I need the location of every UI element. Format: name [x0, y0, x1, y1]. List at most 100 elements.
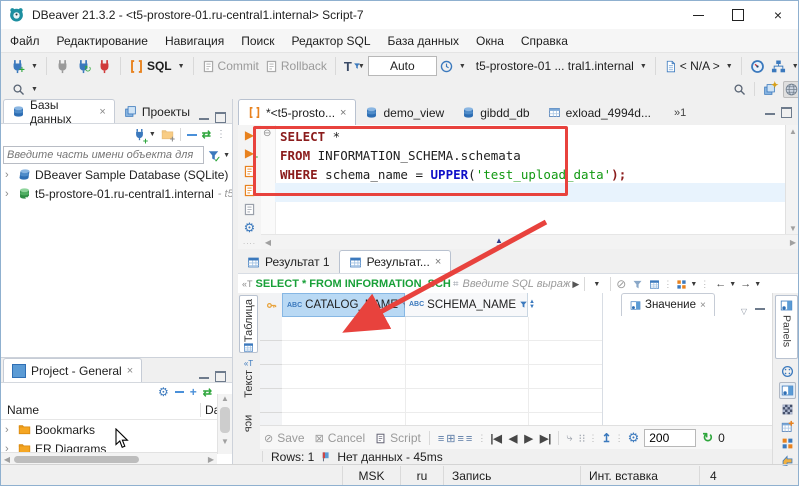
new-connection-button[interactable]: + ▼ [7, 54, 41, 78]
maximize-editor-icon[interactable] [781, 107, 792, 118]
expander-icon[interactable]: › [5, 188, 14, 200]
fetch-next-page-icon[interactable]: ⤷ [566, 432, 572, 445]
menu-navigation[interactable]: Навигация [165, 34, 224, 48]
close-icon[interactable]: × [127, 365, 133, 377]
prev-row-icon[interactable]: ◀ [509, 432, 517, 445]
tab-databases[interactable]: Базы данных × [3, 98, 115, 126]
menu-windows[interactable]: Окна [476, 34, 504, 48]
close-icon[interactable]: × [700, 300, 706, 311]
chevron-down-icon[interactable]: ▼ [754, 281, 761, 288]
editor-vscrollbar[interactable]: ▲ ▼ [785, 125, 798, 235]
scroll-down-icon[interactable]: ▼ [786, 224, 798, 233]
execute-statement-icon[interactable]: ▶ [245, 129, 254, 141]
link-with-editor-icon[interactable]: ⇄ [203, 386, 212, 399]
panel-menu-chevron-icon[interactable]: ▽ [741, 307, 747, 316]
new-folder-button[interactable]: + [161, 128, 175, 144]
panels-toggle-button[interactable]: Panels [775, 295, 798, 359]
grouping-panel-icon[interactable] [781, 420, 794, 433]
timezone-indicator[interactable]: MSK [343, 469, 400, 483]
schema-selector[interactable]: < N/A > ▼ [661, 54, 736, 78]
row-edit-icons[interactable]: ≡⊞≡≡ [438, 432, 474, 445]
last-row-icon[interactable]: ▶| [540, 432, 552, 445]
minimize-panel-icon[interactable] [199, 115, 209, 120]
gear-icon[interactable]: ⚙ [244, 221, 256, 234]
tab-projects[interactable]: Проекты [115, 99, 199, 123]
scroll-right-icon[interactable]: ▶ [205, 455, 217, 464]
invalidate-connection-button[interactable] [94, 54, 115, 78]
cancel-button[interactable]: ⊠ Cancel [315, 431, 366, 445]
aggregate-panel-icon[interactable] [781, 403, 794, 416]
maximize-panel-icon[interactable] [215, 112, 226, 123]
nav-back-icon[interactable]: ← [715, 278, 726, 290]
view-menu-icon[interactable]: ⋮ [216, 129, 226, 140]
object-filter-input[interactable] [3, 146, 205, 164]
expand-all-icon[interactable]: + [190, 385, 197, 399]
scroll-down-icon[interactable]: ▼ [218, 437, 232, 446]
edit-mode-indicator[interactable]: Запись [444, 469, 580, 483]
nav-forward-icon[interactable]: → [740, 278, 751, 290]
minimize-button[interactable] [678, 1, 718, 29]
editor-tab-script[interactable]: *<t5-prosto... × [238, 99, 357, 125]
editor-tab-demo-view[interactable]: demo_view [356, 100, 453, 125]
editor-tab-gibdd-db[interactable]: gibdd_db [453, 100, 538, 125]
scroll-up-icon[interactable]: ▲ [786, 127, 798, 136]
tree-item-t5-prostore[interactable]: › t5-prostore-01.ru-central1.internal - … [1, 184, 232, 203]
save-button[interactable]: ⊘ Save [264, 431, 305, 445]
tasks-button[interactable]: ▼ [768, 54, 798, 78]
disconnect-button[interactable] [52, 54, 73, 78]
first-row-icon[interactable]: |◀ [490, 432, 502, 445]
transaction-log-button[interactable]: ▼ [437, 54, 469, 78]
filter-settings-icon[interactable] [632, 279, 643, 290]
scroll-up-icon[interactable]: ▲ [218, 394, 232, 403]
reconnect-button[interactable]: ↻ [73, 54, 94, 78]
sql-code[interactable]: SELECT * FROM INFORMATION_SCHEMA.schemata… [280, 127, 626, 184]
tab-project-general[interactable]: Project - General × [3, 358, 143, 382]
explain-plan-icon[interactable] [243, 203, 256, 216]
filter-config-button[interactable]: ✓ ▼ [207, 149, 230, 164]
references-panel-icon[interactable] [781, 437, 794, 450]
transaction-mode-combo[interactable]: Auto [367, 56, 437, 76]
fetch-size-input[interactable] [644, 429, 697, 447]
presentation-text-tab[interactable]: «T Текст [239, 359, 258, 405]
menu-search[interactable]: Поиск [241, 34, 274, 48]
script-button[interactable]: Script [375, 431, 421, 445]
chevron-down-icon[interactable]: ▼ [729, 281, 736, 288]
expander-icon[interactable]: › [5, 424, 14, 436]
save-filter-icon[interactable] [649, 279, 660, 290]
gear-icon[interactable]: ⚙ [628, 430, 640, 446]
filter-input-placeholder[interactable]: Введите SQL выраж [463, 278, 571, 290]
collapse-all-icon[interactable] [174, 391, 184, 393]
menu-help[interactable]: Справка [521, 34, 568, 48]
results-tab-2[interactable]: Результат... × [338, 250, 452, 273]
filter-history-chevron-icon[interactable]: ▼ [593, 281, 600, 288]
expander-icon[interactable]: › [5, 169, 14, 181]
menu-edit[interactable]: Редактирование [57, 34, 148, 48]
close-button[interactable]: × [758, 1, 798, 29]
close-icon[interactable]: × [435, 256, 441, 268]
gear-icon[interactable]: ⚙ [158, 385, 169, 399]
execute-script-icon[interactable] [243, 165, 256, 178]
editor-tab-exload[interactable]: exload_4994d... [539, 100, 660, 125]
value-panel-toggle-icon[interactable] [778, 382, 796, 399]
toolbar-overflow-dots[interactable]: .... [243, 238, 256, 246]
menu-database[interactable]: База данных [388, 34, 459, 48]
new-connection-button[interactable]: + ▼ [133, 128, 156, 146]
minimize-panel-icon[interactable] [199, 374, 209, 379]
menu-file[interactable]: Файл [10, 34, 40, 48]
tab-overflow-badge[interactable]: »1 [674, 107, 686, 119]
column-name-header[interactable]: Name [1, 403, 39, 417]
insert-mode-indicator[interactable]: Инт. вставка [581, 469, 699, 483]
maximize-panel-icon[interactable] [215, 371, 226, 382]
expand-filter-icon[interactable]: ⌗ [453, 279, 459, 290]
editor-hscrollbar[interactable]: ◀ ▶ [261, 234, 798, 249]
maximize-button[interactable] [718, 1, 758, 29]
tree-item-sample-db[interactable]: › DBeaver Sample Database (SQLite) [1, 165, 232, 184]
connection-selector[interactable]: t5-prostore-01 ... tral1.internal ▼ [473, 54, 650, 78]
pin-icon[interactable] [320, 451, 331, 462]
clear-filter-icon[interactable]: ⊘ [616, 277, 626, 291]
chevron-down-icon[interactable]: ▼ [690, 281, 697, 288]
language-indicator[interactable]: ru [401, 469, 443, 483]
dashboard-button[interactable] [747, 54, 768, 78]
open-perspective-button[interactable]: ✦ [763, 80, 779, 96]
close-icon[interactable]: × [340, 107, 346, 119]
